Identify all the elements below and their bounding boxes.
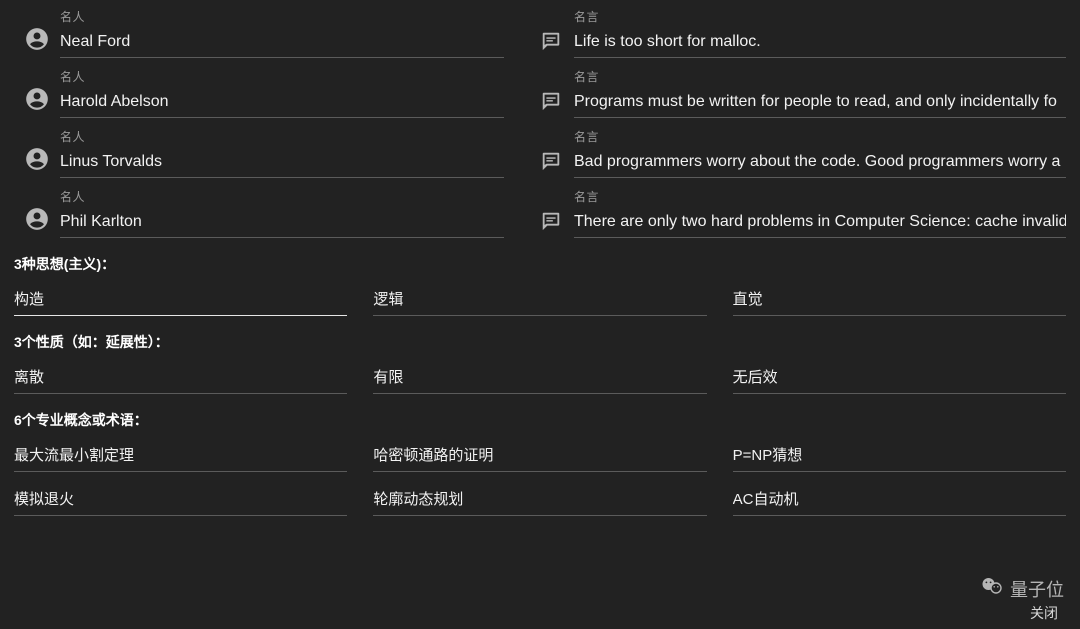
person-icon xyxy=(14,26,60,58)
section-heading-terms: 6个专业概念或术语： xyxy=(14,410,1066,430)
terms-row-1: 最大流最小割定理 哈密顿通路的证明 P=NP猜想 xyxy=(14,436,1066,472)
quote-label: 名言 xyxy=(574,188,1066,205)
person-label: 名人 xyxy=(60,68,504,85)
quote-column: 名言 Life is too short for malloc. xyxy=(528,2,1066,58)
person-input[interactable]: Harold Abelson xyxy=(60,89,504,118)
terms-row-2: 模拟退火 轮廓动态规划 AC自动机 xyxy=(14,480,1066,516)
property-input[interactable]: 有限 xyxy=(373,358,706,394)
chat-icon xyxy=(528,150,574,178)
person-quote-row: 名人 Linus Torvalds 名言 Bad programmers wor… xyxy=(14,122,1066,178)
properties-row: 离散 有限 无后效 xyxy=(14,358,1066,394)
quote-column: 名言 Programs must be written for people t… xyxy=(528,62,1066,118)
person-input[interactable]: Linus Torvalds xyxy=(60,149,504,178)
person-column: 名人 Linus Torvalds xyxy=(14,122,504,178)
term-input[interactable]: 模拟退火 xyxy=(14,480,347,516)
section-heading-thoughts: 3种思想(主义)： xyxy=(14,254,1066,274)
quote-column: 名言 Bad programmers worry about the code.… xyxy=(528,122,1066,178)
person-icon xyxy=(14,206,60,238)
person-label: 名人 xyxy=(60,8,504,25)
thought-input[interactable]: 构造 xyxy=(14,280,347,316)
person-icon xyxy=(14,146,60,178)
thoughts-row: 构造 逻辑 直觉 xyxy=(14,280,1066,316)
thought-input[interactable]: 直觉 xyxy=(733,280,1066,316)
watermark-text: 量子位 xyxy=(1010,576,1064,602)
term-input[interactable]: 轮廓动态规划 xyxy=(373,480,706,516)
quote-label: 名言 xyxy=(574,8,1066,25)
person-column: 名人 Phil Karlton xyxy=(14,182,504,238)
property-input[interactable]: 离散 xyxy=(14,358,347,394)
section-heading-properties: 3个性质（如：延展性）： xyxy=(14,332,1066,352)
person-input[interactable]: Phil Karlton xyxy=(60,209,504,238)
person-column: 名人 Harold Abelson xyxy=(14,62,504,118)
term-input[interactable]: P=NP猜想 xyxy=(733,436,1066,472)
chat-icon xyxy=(528,90,574,118)
quote-input[interactable]: There are only two hard problems in Comp… xyxy=(574,209,1066,238)
person-quote-row: 名人 Harold Abelson 名言 Programs must be wr… xyxy=(14,62,1066,118)
person-quote-row: 名人 Phil Karlton 名言 There are only two ha… xyxy=(14,182,1066,238)
person-icon xyxy=(14,86,60,118)
person-label: 名人 xyxy=(60,128,504,145)
wechat-icon xyxy=(980,574,1004,603)
chat-icon xyxy=(528,30,574,58)
watermark: 量子位 xyxy=(980,574,1064,603)
person-input[interactable]: Neal Ford xyxy=(60,29,504,58)
person-quote-row: 名人 Neal Ford 名言 Life is too short for ma… xyxy=(14,2,1066,58)
term-input[interactable]: AC自动机 xyxy=(733,480,1066,516)
close-button[interactable]: 关闭 xyxy=(1030,603,1058,623)
term-input[interactable]: 哈密顿通路的证明 xyxy=(373,436,706,472)
quote-label: 名言 xyxy=(574,128,1066,145)
term-input[interactable]: 最大流最小割定理 xyxy=(14,436,347,472)
quote-column: 名言 There are only two hard problems in C… xyxy=(528,182,1066,238)
quote-input[interactable]: Programs must be written for people to r… xyxy=(574,89,1066,118)
person-label: 名人 xyxy=(60,188,504,205)
quote-label: 名言 xyxy=(574,68,1066,85)
thought-input[interactable]: 逻辑 xyxy=(373,280,706,316)
property-input[interactable]: 无后效 xyxy=(733,358,1066,394)
person-column: 名人 Neal Ford xyxy=(14,2,504,58)
quote-input[interactable]: Life is too short for malloc. xyxy=(574,29,1066,58)
quote-input[interactable]: Bad programmers worry about the code. Go… xyxy=(574,149,1066,178)
chat-icon xyxy=(528,210,574,238)
